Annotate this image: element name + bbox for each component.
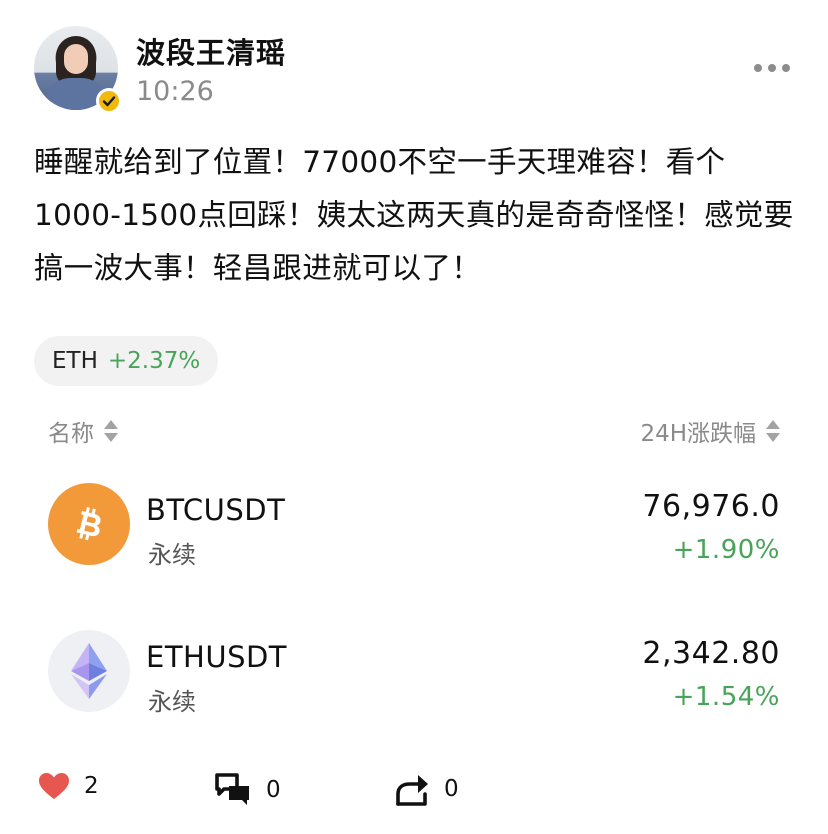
post-header: 波段王清瑶 10:26 xyxy=(34,26,794,114)
price-change: +1.90% xyxy=(672,535,780,565)
pair-name: ETHUSDT xyxy=(146,640,288,674)
name-column-label: 名称 xyxy=(48,421,94,447)
more-options-icon[interactable] xyxy=(754,64,790,72)
comment-icon xyxy=(215,773,249,805)
last-price: 76,976.0 xyxy=(642,489,780,524)
pair-name: BTCUSDT xyxy=(146,493,286,527)
market-row-ethusdt[interactable]: ETHUSDT 永续 2,342.80 +1.54% xyxy=(48,630,780,716)
tag-chip-eth[interactable]: ETH +2.37% xyxy=(34,336,219,386)
chip-symbol: ETH xyxy=(52,348,98,374)
share-button[interactable]: 0 xyxy=(394,772,459,806)
post-time: 10:26 xyxy=(136,76,214,107)
market-list-header: 名称 24H涨跌幅 xyxy=(48,414,780,450)
contract-type: 永续 xyxy=(148,541,196,569)
bitcoin-icon xyxy=(48,483,130,565)
sort-icon xyxy=(766,418,780,444)
market-row-btcusdt[interactable]: BTCUSDT 永续 76,976.0 +1.90% xyxy=(48,483,780,569)
like-button[interactable]: 2 xyxy=(38,772,99,800)
contract-type: 永续 xyxy=(148,688,196,716)
author-name[interactable]: 波段王清瑶 xyxy=(136,30,286,72)
change-column-label: 24H涨跌幅 xyxy=(640,421,756,447)
last-price: 2,342.80 xyxy=(642,636,780,671)
like-count: 2 xyxy=(84,773,99,799)
ethereum-icon xyxy=(48,630,130,712)
share-icon xyxy=(396,775,428,806)
sort-by-name[interactable]: 名称 xyxy=(48,414,118,448)
post-text: 睡醒就给到了位置！77000不空一手天理难容！看个1000-1500点回踩！姨太… xyxy=(34,145,794,285)
comment-button[interactable]: 0 xyxy=(214,772,281,808)
post-actions: 2 0 0 xyxy=(38,772,798,818)
comment-count: 0 xyxy=(266,777,281,803)
verified-badge-icon xyxy=(96,88,122,114)
chip-change: +2.37% xyxy=(107,348,201,374)
price-change: +1.54% xyxy=(672,682,780,712)
sort-icon xyxy=(104,418,118,444)
sort-by-change[interactable]: 24H涨跌幅 xyxy=(640,414,780,448)
heart-icon xyxy=(39,773,69,799)
share-count: 0 xyxy=(444,776,459,802)
